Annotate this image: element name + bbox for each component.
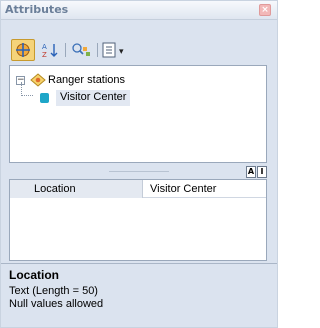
description-type: Text (Length = 50) [9,285,98,297]
splitter-grip[interactable] [109,171,169,172]
flash-icon [72,43,90,56]
layer-view-icon [16,43,30,57]
feature-label: Visitor Center [56,90,131,106]
feature-tree: − Ranger stations Visitor Center [9,65,267,163]
svg-text:A: A [42,43,47,51]
svg-text:Z: Z [42,51,47,59]
sort-button[interactable]: A Z [39,39,61,61]
field-value-cell[interactable]: Visitor Center [144,180,266,198]
layer-view-button[interactable] [11,39,35,61]
alphabetic-view-button[interactable]: A [246,166,256,178]
options-dropdown-button[interactable]: ▾ [101,39,129,61]
description-title: Location [9,268,59,282]
title-bar[interactable]: Attributes × [1,1,277,20]
sort-icon: A Z [42,43,58,59]
toolbar-separator [65,43,66,57]
splitter[interactable]: A I [9,165,267,179]
toolbar-separator [97,43,98,57]
feature-icon [40,93,49,103]
table-row[interactable]: Location Visitor Center [10,180,266,198]
options-icon: ▾ [102,42,124,58]
layer-label: Ranger stations [48,74,126,86]
property-grid: Location Visitor Center [9,179,267,261]
toolbar: A Z ▾ [9,39,267,63]
window-title: Attributes [5,3,69,16]
description-nulls: Null values allowed [9,298,104,310]
field-description: Location Text (Length = 50) Null values … [1,263,277,327]
view-mode-toggle[interactable]: A I [246,166,267,178]
close-button[interactable]: × [259,4,271,16]
chevron-down-icon: ▾ [119,47,124,57]
attributes-window: Attributes × A Z ▾ − Ranger stations Vis… [0,0,278,328]
flash-button[interactable] [69,39,93,61]
tree-connector [21,82,33,96]
info-view-button[interactable]: I [257,166,267,178]
field-name-cell: Location [10,180,143,198]
